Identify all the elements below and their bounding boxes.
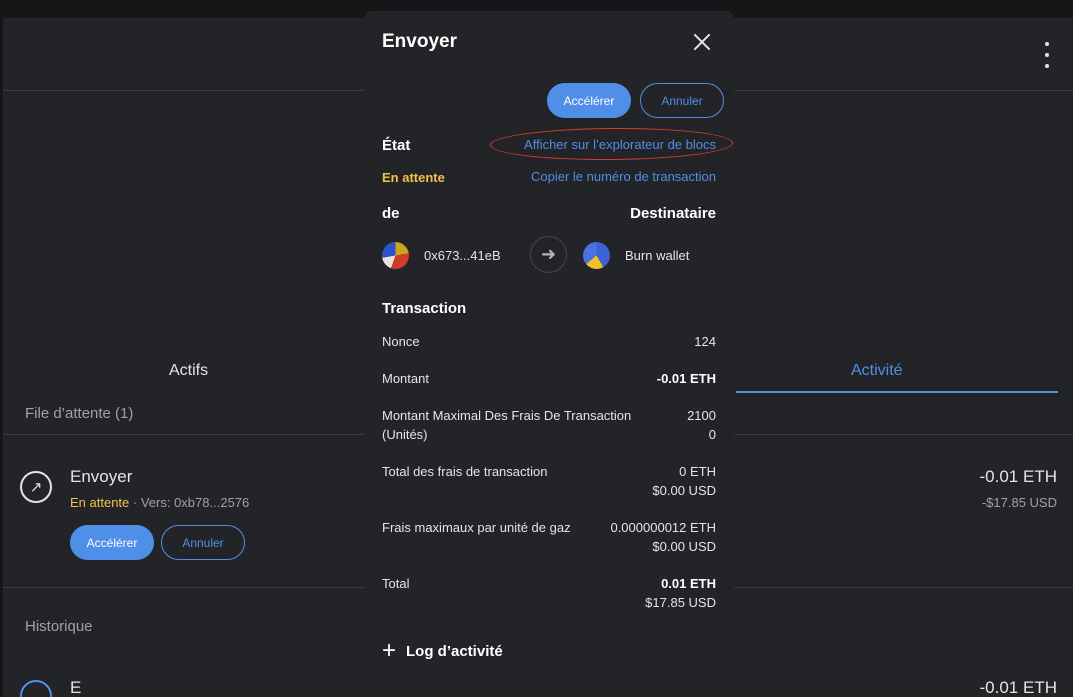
pending-tx-title[interactable]: Envoyer xyxy=(70,467,132,487)
max-fee-units-value: 2100 0 xyxy=(687,406,716,444)
history-tx-icon xyxy=(20,680,52,697)
pending-tx-fiat: -$17.85 USD xyxy=(981,495,1057,510)
status-label: État xyxy=(382,137,411,154)
modal-speed-up-button[interactable]: Accélérer xyxy=(547,83,631,118)
max-fee-units-label-line2: (Unités) xyxy=(382,427,428,442)
amount-label: Montant xyxy=(382,371,429,386)
max-fee-units-value-line2: 0 xyxy=(708,427,716,442)
total-eth: 0.01 ETH xyxy=(661,576,716,591)
sender-avatar xyxy=(382,242,409,269)
max-fee-units-label-line1: Montant Maximal Des Frais De Transaction xyxy=(382,408,632,423)
plus-icon: + xyxy=(382,637,397,664)
max-fee-units-label: Montant Maximal Des Frais De Transaction… xyxy=(382,406,631,444)
queue-title: File d’attente (1) xyxy=(25,405,134,422)
total-fees-eth: 0 ETH xyxy=(679,464,716,479)
activity-log-toggle[interactable]: + Log d’activité xyxy=(382,637,503,664)
speed-up-button[interactable]: Accélérer xyxy=(70,525,154,560)
tx-separator: · Vers: xyxy=(129,495,175,510)
total-value: 0.01 ETH $17.85 USD xyxy=(645,574,716,612)
recipient-avatar xyxy=(583,242,610,269)
nonce-label: Nonce xyxy=(382,334,420,349)
tab-assets[interactable]: Actifs xyxy=(169,362,208,380)
nonce-value: 124 xyxy=(694,334,716,349)
history-tx-title[interactable]: E xyxy=(70,678,81,697)
sender-address[interactable]: 0x673...41eB xyxy=(424,248,501,263)
total-usd: $17.85 USD xyxy=(645,595,716,610)
transaction-details-modal: Envoyer Accélérer Annuler État Afficher … xyxy=(364,11,734,697)
modal-title: Envoyer xyxy=(382,31,457,52)
activity-log-label: Log d’activité xyxy=(406,642,503,660)
from-label: de xyxy=(382,205,400,222)
transaction-heading: Transaction xyxy=(382,300,467,317)
total-fees-label: Total des frais de transaction xyxy=(382,464,548,479)
total-label: Total xyxy=(382,576,410,591)
max-fee-per-gas-label: Frais maximaux par unité de gaz xyxy=(382,520,571,535)
status-value: En attente xyxy=(382,170,445,185)
total-fees-usd: $0.00 USD xyxy=(652,483,716,498)
max-fee-per-gas-value: 0.000000012 ETH $0.00 USD xyxy=(610,518,716,556)
cancel-button[interactable]: Annuler xyxy=(161,525,245,560)
active-tab-indicator xyxy=(736,391,1058,393)
recipient-name[interactable]: Burn wallet xyxy=(625,248,689,263)
tx-recipient: 0xb78...2576 xyxy=(174,495,250,510)
pending-tx-amount: -0.01 ETH xyxy=(979,467,1057,486)
tab-activity[interactable]: Activité xyxy=(851,362,903,380)
max-fee-units-value-line1: 2100 xyxy=(687,408,716,423)
pending-tx-subtitle: En attente · Vers: 0xb78...2576 xyxy=(70,495,249,510)
view-on-explorer-link[interactable]: Afficher sur l’explorateur de blocs xyxy=(524,137,716,152)
max-fee-per-gas-eth: 0.000000012 ETH xyxy=(610,520,716,535)
max-fee-per-gas-usd: $0.00 USD xyxy=(652,539,716,554)
arrow-right-icon: ➜ xyxy=(530,236,567,273)
history-tx-amount: -0.01 ETH xyxy=(979,678,1057,697)
close-icon[interactable] xyxy=(691,31,713,53)
amount-value: -0.01 ETH xyxy=(656,371,716,386)
to-label: Destinataire xyxy=(630,205,716,222)
copy-tx-id-link[interactable]: Copier le numéro de transaction xyxy=(531,169,716,184)
pending-status: En attente xyxy=(70,495,130,510)
history-title: Historique xyxy=(25,618,93,635)
total-fees-value: 0 ETH $0.00 USD xyxy=(652,462,716,500)
send-arrow-icon: ↗ xyxy=(20,471,52,503)
modal-cancel-button[interactable]: Annuler xyxy=(640,83,724,118)
kebab-menu-icon[interactable] xyxy=(1037,42,1057,68)
